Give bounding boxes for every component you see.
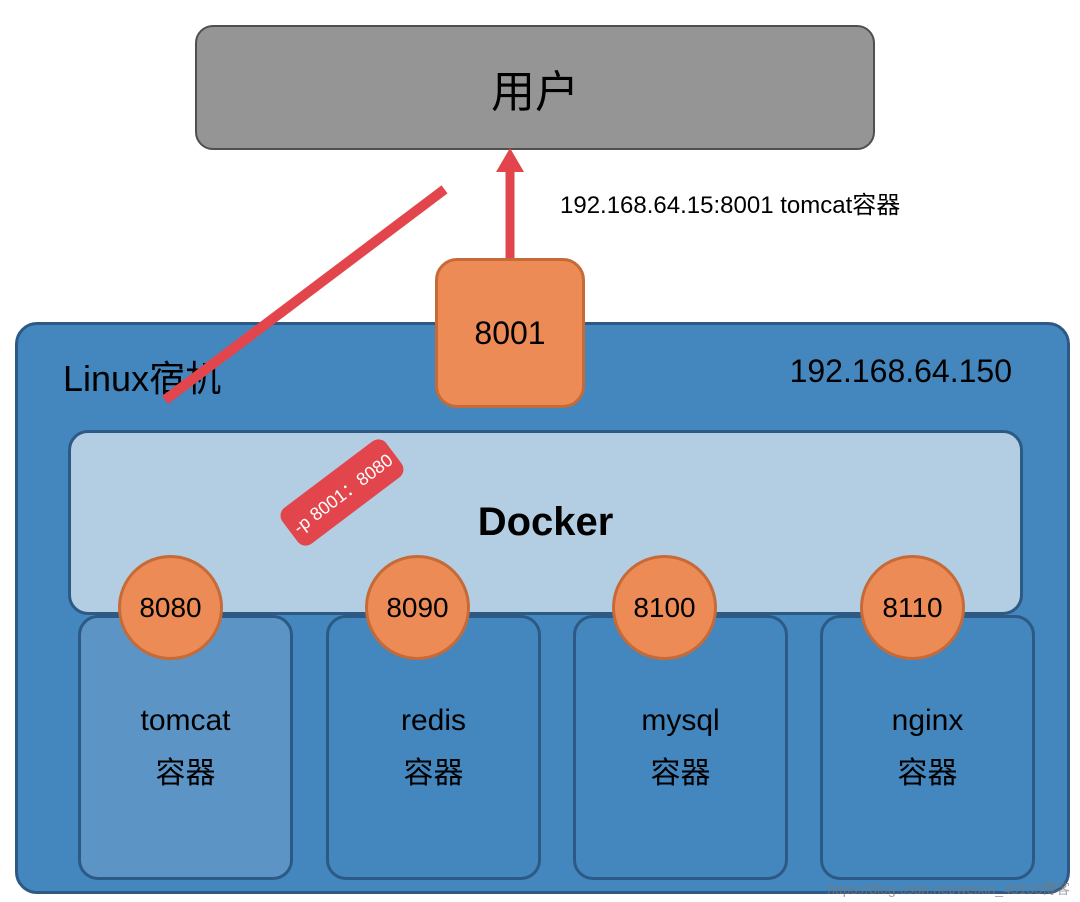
container-name: redis	[401, 704, 466, 738]
container-name: nginx	[892, 704, 964, 738]
container-sub: 容器	[651, 748, 711, 792]
container-sub: 容器	[898, 748, 958, 792]
port-circle-8090: 8090	[365, 555, 470, 660]
port-circle-8100: 8100	[612, 555, 717, 660]
port-8001-box: 8001	[435, 258, 585, 408]
watermark-text: https://blog.csdn.net/weixin_45103博客	[827, 879, 1070, 899]
container-name: mysql	[641, 704, 719, 738]
arrow-annotation: 192.168.64.15:8001 tomcat容器	[560, 185, 900, 220]
container-sub: 容器	[156, 748, 216, 792]
port-circle-8110: 8110	[860, 555, 965, 660]
port-circle-8080: 8080	[118, 555, 223, 660]
host-ip-label: 192.168.64.150	[790, 353, 1012, 390]
user-box: 用户	[195, 25, 875, 150]
container-name: tomcat	[140, 704, 230, 738]
container-sub: 容器	[404, 748, 464, 792]
